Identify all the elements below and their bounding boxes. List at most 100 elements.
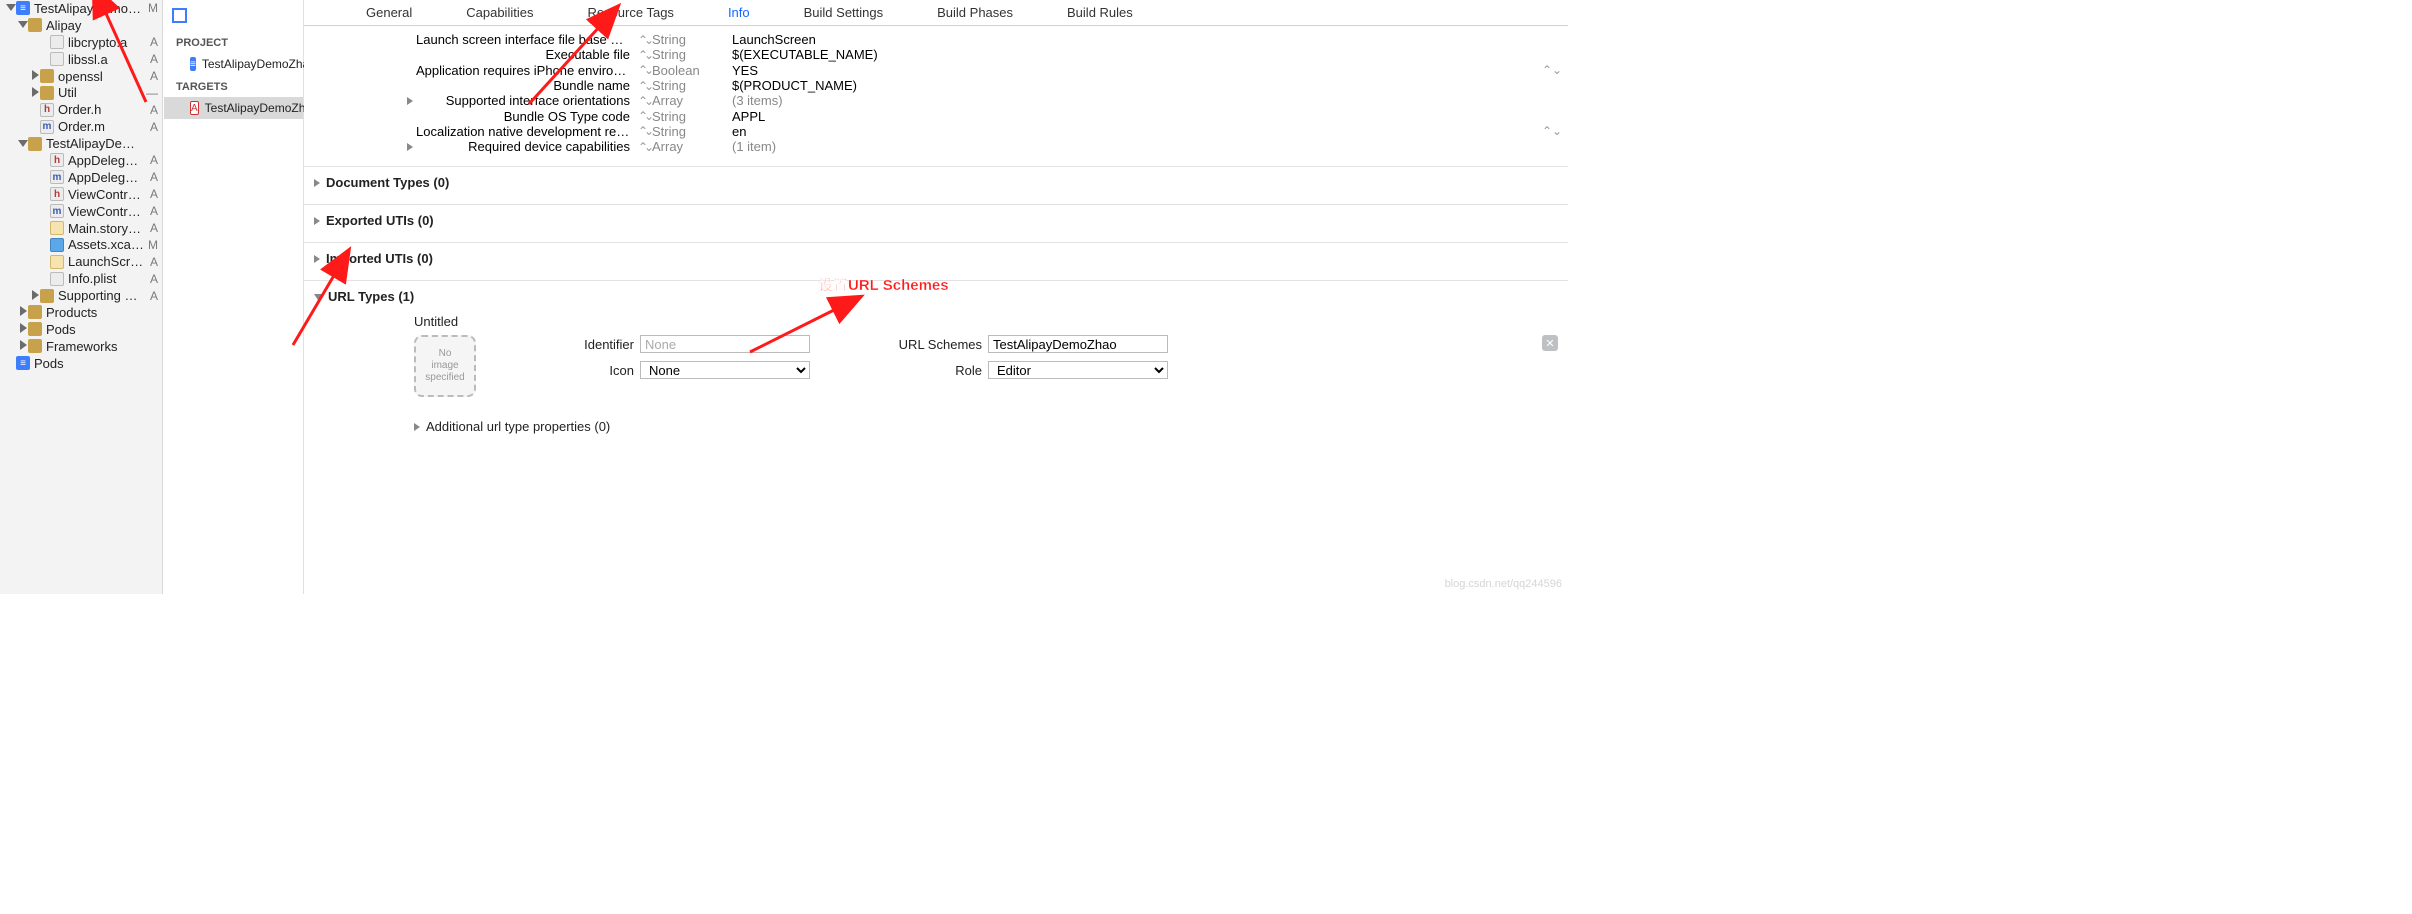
chevron-down-icon (18, 20, 28, 30)
nav-item[interactable]: Util— (0, 84, 162, 101)
tab-info[interactable]: Info (726, 5, 752, 20)
exported-utis-label: Exported UTIs (0) (326, 213, 434, 228)
tab-build-settings[interactable]: Build Settings (802, 5, 886, 20)
nav-item[interactable]: Info.plistA (0, 270, 162, 287)
tab-general[interactable]: General (364, 5, 414, 20)
nav-item[interactable]: mAppDelegate.mA (0, 169, 162, 186)
nav-item-label: Products (46, 305, 144, 320)
tab-resource-tags[interactable]: Resource Tags (585, 5, 675, 20)
role-select[interactable]: Editor (988, 361, 1168, 379)
stepper-icon[interactable]: ⌃⌄ (1542, 124, 1558, 138)
nav-item[interactable]: hAppDelegate.hA (0, 152, 162, 169)
info-row[interactable]: Executable file⌃⌄String$(EXECUTABLE_NAME… (404, 47, 1558, 62)
nav-item[interactable]: Alipay (0, 17, 162, 34)
stepper-icon[interactable]: ⌃⌄ (636, 33, 652, 47)
no-image-text: specified (425, 372, 464, 384)
url-schemes-label: URL Schemes (882, 337, 982, 352)
file-icon (28, 339, 42, 353)
target-item-label: TestAlipayDemoZhao (205, 101, 319, 115)
info-row[interactable]: Bundle name⌃⌄String$(PRODUCT_NAME) (404, 78, 1558, 93)
stepper-icon[interactable]: ⌃⌄ (636, 79, 652, 93)
nav-item[interactable]: Supporting FilesA (0, 287, 162, 304)
nav-item[interactable]: hViewController.hA (0, 186, 162, 203)
stepper-icon[interactable]: ⌃⌄ (636, 109, 652, 123)
nav-item-label: ViewController.m (68, 204, 144, 219)
additional-url-properties-label[interactable]: Additional url type properties (0) (426, 419, 610, 434)
nav-item-label: Assets.xcassets (68, 237, 144, 252)
info-type: String (652, 109, 732, 124)
stepper-icon[interactable]: ⌃⌄ (1542, 63, 1558, 77)
file-icon: m (50, 170, 64, 184)
remove-url-type-button[interactable]: ✕ (1542, 335, 1558, 351)
nav-item[interactable]: mOrder.mA (0, 118, 162, 135)
nav-item-label: TestAlipayDemoZhao (34, 1, 144, 16)
file-icon (28, 18, 42, 32)
url-types-section[interactable]: URL Types (1) Untitled No image specifie… (304, 280, 1568, 434)
url-type-title: Untitled (414, 314, 1558, 329)
nav-item-label: TestAlipayDemoZhao (46, 136, 144, 151)
url-schemes-field[interactable] (988, 335, 1168, 353)
imported-utis-section[interactable]: Imported UTIs (0) (304, 242, 1568, 274)
info-value: YES (732, 63, 1542, 78)
nav-item-label: AppDelegate.m (68, 170, 144, 185)
chevron-right-icon (18, 306, 28, 318)
url-type-image-well[interactable]: No image specified (414, 335, 476, 397)
info-value: $(PRODUCT_NAME) (732, 78, 1542, 93)
exported-utis-section[interactable]: Exported UTIs (0) (304, 204, 1568, 236)
file-icon: h (50, 187, 64, 201)
info-row[interactable]: Bundle OS Type code⌃⌄StringAPPL (404, 108, 1558, 123)
info-row[interactable]: Supported interface orientations⌃⌄Array(… (404, 93, 1558, 108)
nav-item-label: ViewController.h (68, 187, 144, 202)
stepper-icon[interactable]: ⌃⌄ (636, 48, 652, 62)
outline-toggle-icon[interactable] (172, 8, 187, 23)
file-icon: ≡ (16, 356, 30, 370)
watermark: blog.csdn.net/qq244596 (1445, 578, 1562, 590)
chevron-right-icon (314, 255, 320, 263)
nav-item[interactable]: hOrder.hA (0, 101, 162, 118)
nav-item[interactable]: LaunchScr…toryboardA (0, 253, 162, 270)
target-item[interactable]: A TestAlipayDemoZhao (164, 97, 303, 119)
icon-select[interactable]: None (640, 361, 810, 379)
info-row[interactable]: Localization native development region⌃⌄… (404, 124, 1558, 139)
scm-badge: A (144, 255, 158, 269)
stepper-icon[interactable]: ⌃⌄ (636, 124, 652, 138)
info-key: Bundle name (416, 78, 636, 93)
nav-item[interactable]: mViewController.mA (0, 203, 162, 220)
nav-item[interactable]: Frameworks (0, 338, 162, 355)
nav-item[interactable]: ≡ Pods (0, 355, 162, 372)
info-row[interactable]: Application requires iPhone environm…⌃⌄B… (404, 63, 1558, 78)
nav-item[interactable]: Main.storyboardA (0, 220, 162, 237)
project-item[interactable]: ≡ TestAlipayDemoZhao (164, 53, 303, 75)
scm-badge: A (144, 204, 158, 218)
nav-item[interactable]: Pods (0, 321, 162, 338)
project-icon: ≡ (190, 57, 196, 71)
nav-item[interactable]: Assets.xcassetsM (0, 236, 162, 253)
scm-badge: A (144, 272, 158, 286)
document-types-section[interactable]: Document Types (0) (304, 166, 1568, 198)
nav-item[interactable]: ≡TestAlipayDemoZhaoM (0, 0, 162, 17)
info-value: (1 item) (732, 139, 1542, 154)
identifier-field[interactable] (640, 335, 810, 353)
nav-item[interactable]: Products (0, 304, 162, 321)
nav-item[interactable]: opensslA (0, 68, 162, 85)
info-row[interactable]: Launch screen interface file base name⌃⌄… (404, 32, 1558, 47)
tab-capabilities[interactable]: Capabilities (464, 5, 535, 20)
file-icon (40, 289, 54, 303)
stepper-icon[interactable]: ⌃⌄ (636, 63, 652, 77)
nav-item[interactable]: TestAlipayDemoZhao (0, 135, 162, 152)
scm-badge: M (144, 1, 158, 15)
nav-item-label: Pods (34, 356, 144, 371)
info-row[interactable]: Required device capabilities⌃⌄Array(1 it… (404, 139, 1558, 154)
chevron-right-icon (314, 217, 320, 225)
tab-build-rules[interactable]: Build Rules (1065, 5, 1135, 20)
stepper-icon[interactable]: ⌃⌄ (636, 140, 652, 154)
scm-badge: A (144, 69, 158, 83)
no-image-text: No (439, 348, 452, 360)
stepper-icon[interactable]: ⌃⌄ (636, 94, 652, 108)
scm-badge: A (144, 103, 158, 117)
scm-badge: — (144, 86, 158, 100)
tab-build-phases[interactable]: Build Phases (935, 5, 1015, 20)
no-image-text: image (431, 360, 458, 372)
nav-item[interactable]: libssl.aA (0, 51, 162, 68)
nav-item[interactable]: libcrypto.aA (0, 34, 162, 51)
